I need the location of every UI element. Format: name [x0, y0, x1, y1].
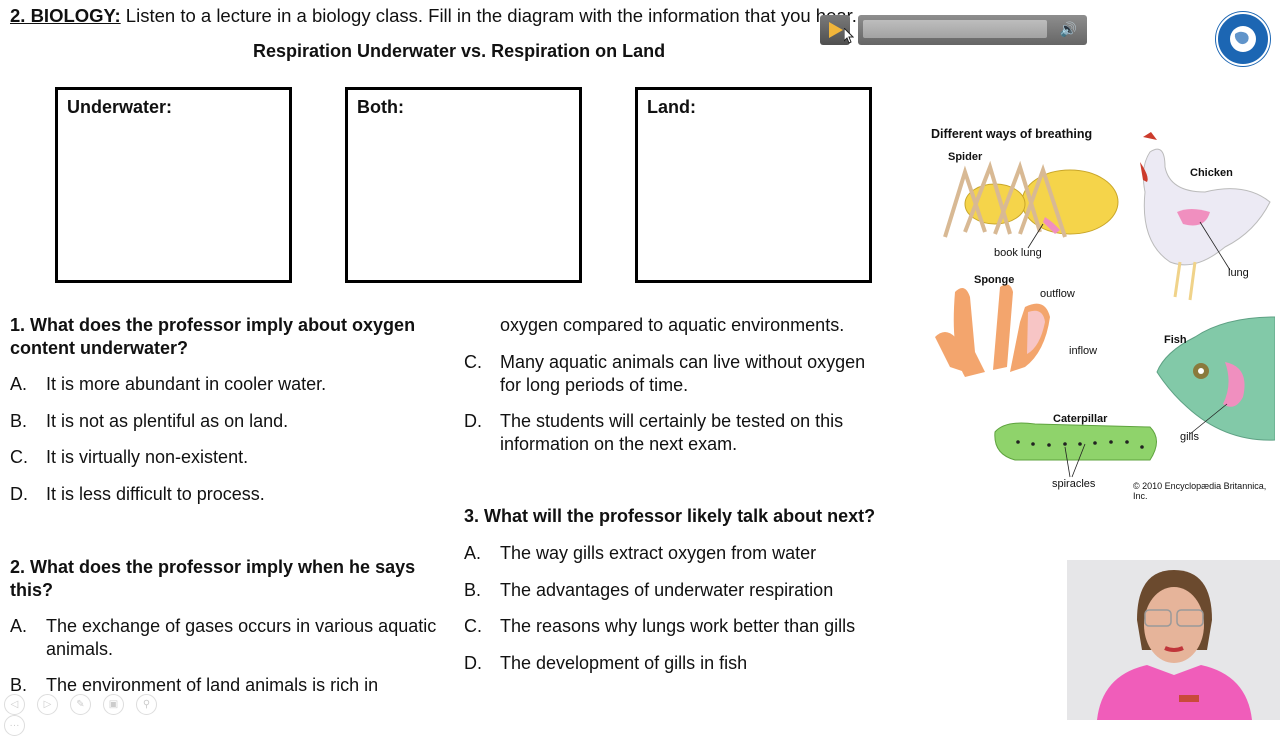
box-label: Land: — [647, 97, 696, 117]
question-text: 3. What will the professor likely talk a… — [464, 506, 876, 526]
fish-label: Fish — [1164, 334, 1187, 346]
audio-seek-bar[interactable] — [863, 20, 1047, 38]
option-text: It is not as plentiful as on land. — [46, 411, 289, 431]
option-letter: A. — [10, 616, 28, 636]
question-text: this? — [10, 580, 53, 600]
option-text: It is more abundant in cooler water. — [46, 374, 327, 394]
logo-globe-icon — [1230, 26, 1256, 52]
sponge-illustration — [935, 284, 1050, 377]
option-letter: A. — [10, 374, 28, 394]
option-text: The way gills extract oxygen from water — [500, 543, 817, 563]
next-slide-icon[interactable]: ▷ — [37, 694, 58, 715]
option-text: The students will certainly be tested on… — [500, 411, 844, 431]
volume-icon[interactable]: 🔊 — [1060, 21, 1077, 38]
breathing-diagram: Different ways of breathing Spider book … — [925, 122, 1275, 501]
option-text: animals. — [46, 639, 114, 659]
option-letter: D. — [464, 653, 482, 673]
option-text: It is virtually non-existent. — [46, 447, 249, 467]
diagram-subtitle: Respiration Underwater vs. Respiration o… — [253, 41, 666, 61]
slide-navigation: ◁ ▷ ✎ ▣ ⚲ ··· — [4, 694, 184, 736]
option-letter: D. — [10, 484, 28, 504]
presenter-webcam — [1067, 560, 1280, 720]
box-label: Underwater: — [67, 97, 173, 117]
exercise-tag: 2. BIOLOGY: — [10, 5, 121, 26]
q2-option-a[interactable]: A. The exchange of gases occurs in vario… — [10, 615, 460, 661]
box-label: Both: — [357, 97, 404, 117]
more-options-icon[interactable]: ··· — [4, 715, 25, 736]
question-2: 2. What does the professor imply when he… — [10, 556, 415, 602]
exercise-header: 2. BIOLOGY: Listen to a lecture in a bio… — [10, 5, 857, 27]
underwater-box[interactable]: Underwater: — [55, 87, 292, 283]
option-letter: C. — [464, 352, 482, 372]
option-text: for long periods of time. — [500, 375, 689, 395]
pen-icon[interactable]: ✎ — [70, 694, 91, 715]
option-text: The development of gills in fish — [500, 653, 748, 673]
option-text: The exchange of gases occurs in various … — [46, 616, 437, 636]
gills-label: gills — [1180, 431, 1199, 443]
q1-option-b[interactable]: B. It is not as plentiful as on land. — [10, 410, 450, 433]
question-text: content underwater? — [10, 338, 189, 358]
option-letter: C. — [10, 447, 28, 467]
question-text: 2. What does the professor imply when he… — [10, 557, 416, 577]
book-lung-label: book lung — [994, 247, 1042, 259]
land-box[interactable]: Land: — [635, 87, 872, 283]
mouse-cursor-icon — [844, 28, 854, 44]
zoom-icon[interactable]: ⚲ — [136, 694, 157, 715]
q3-option-b[interactable]: B. The advantages of underwater respirat… — [464, 579, 904, 602]
exercise-instruction: Listen to a lecture in a biology class. … — [120, 5, 857, 26]
option-text: Many aquatic animals can live without ox… — [500, 352, 866, 372]
sponge-label: Sponge — [974, 274, 1015, 286]
caterpillar-illustration — [994, 422, 1157, 478]
outflow-label: outflow — [1040, 288, 1075, 300]
q1-option-a[interactable]: A. It is more abundant in cooler water. — [10, 373, 450, 396]
option-text: The advantages of underwater respiration — [500, 580, 834, 600]
option-text: oxygen compared to aquatic environments. — [500, 315, 845, 335]
option-letter: D. — [464, 411, 482, 431]
audio-progress-track[interactable]: 🔊 — [858, 15, 1087, 45]
caterpillar-label: Caterpillar — [1053, 413, 1108, 425]
option-letter: A. — [464, 543, 482, 563]
question-1: 1. What does the professor imply about o… — [10, 314, 415, 360]
q1-option-c[interactable]: C. It is virtually non-existent. — [10, 446, 450, 469]
question-text: 1. What does the professor imply about o… — [10, 315, 416, 335]
option-letter: C. — [464, 616, 482, 636]
option-text: It is less difficult to process. — [46, 484, 265, 504]
spider-label: Spider — [948, 151, 983, 163]
q3-option-a[interactable]: A. The way gills extract oxygen from wat… — [464, 542, 904, 565]
school-logo — [1216, 12, 1270, 66]
option-letter: B. — [10, 411, 28, 431]
q1-option-d[interactable]: D. It is less difficult to process. — [10, 483, 450, 506]
spider-illustration — [943, 160, 1119, 238]
question-3: 3. What will the professor likely talk a… — [464, 505, 875, 528]
lung-label: lung — [1228, 267, 1249, 279]
presenter-video-icon — [1067, 560, 1280, 720]
audio-player: 🔊 — [820, 15, 1087, 45]
copyright-text: © 2010 Encyclopædia Britannica, Inc. — [1133, 481, 1267, 501]
q2-option-c[interactable]: C. Many aquatic animals can live without… — [464, 351, 904, 397]
previous-slide-icon[interactable]: ◁ — [4, 694, 25, 715]
q2-option-d[interactable]: D. The students will certainly be tested… — [464, 410, 904, 456]
option-letter: B. — [464, 580, 482, 600]
option-text: information on the next exam. — [500, 434, 738, 454]
q2-option-b-continued[interactable]: oxygen compared to aquatic environments. — [464, 314, 904, 337]
option-text: The reasons why lungs work better than g… — [500, 616, 856, 636]
chicken-label: Chicken — [1190, 167, 1233, 179]
spiracles-label: spiracles — [1052, 478, 1096, 490]
inflow-label: inflow — [1069, 345, 1098, 357]
q3-option-c[interactable]: C. The reasons why lungs work better tha… — [464, 615, 904, 638]
both-box[interactable]: Both: — [345, 87, 582, 283]
slides-grid-icon[interactable]: ▣ — [103, 694, 124, 715]
q3-option-d[interactable]: D. The development of gills in fish — [464, 652, 904, 675]
chicken-illustration — [1140, 132, 1271, 301]
